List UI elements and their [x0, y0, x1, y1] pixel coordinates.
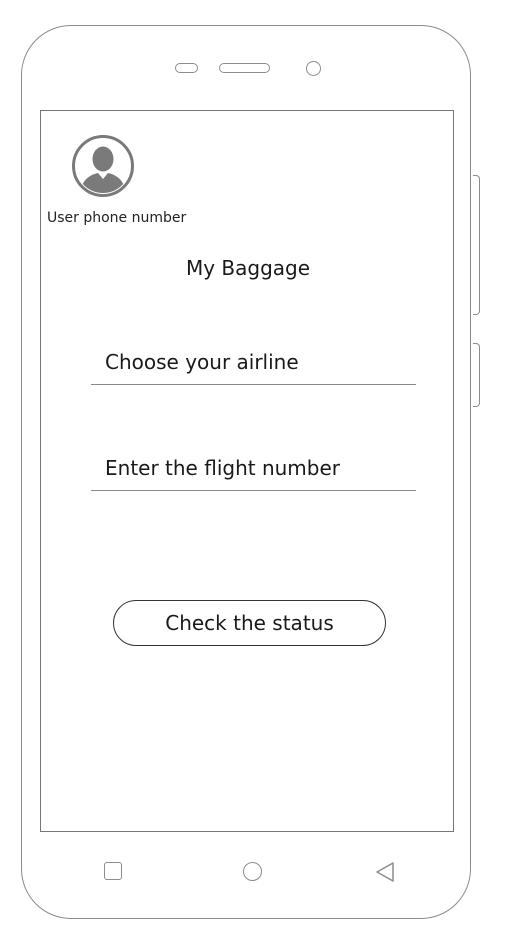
volume-button: [473, 175, 480, 315]
power-button: [473, 343, 480, 407]
flight-number-placeholder: Enter the flight number: [105, 456, 340, 480]
back-nav-icon[interactable]: [374, 861, 396, 883]
speaker-icon: [219, 63, 270, 73]
front-camera-icon: [306, 61, 321, 76]
app-screen: User phone number My Baggage Choose your…: [40, 110, 454, 832]
flight-number-field[interactable]: Enter the flight number: [91, 445, 416, 491]
user-phone-label: User phone number: [47, 210, 187, 226]
home-nav-icon[interactable]: [243, 862, 262, 881]
page-title: My Baggage: [185, 256, 311, 280]
recents-nav-icon[interactable]: [104, 862, 122, 880]
check-status-button[interactable]: Check the status: [113, 600, 386, 646]
user-avatar-icon[interactable]: [72, 135, 134, 197]
airline-placeholder: Choose your airline: [105, 350, 299, 374]
airline-select-field[interactable]: Choose your airline: [91, 339, 416, 385]
sensor-icon: [175, 63, 198, 73]
